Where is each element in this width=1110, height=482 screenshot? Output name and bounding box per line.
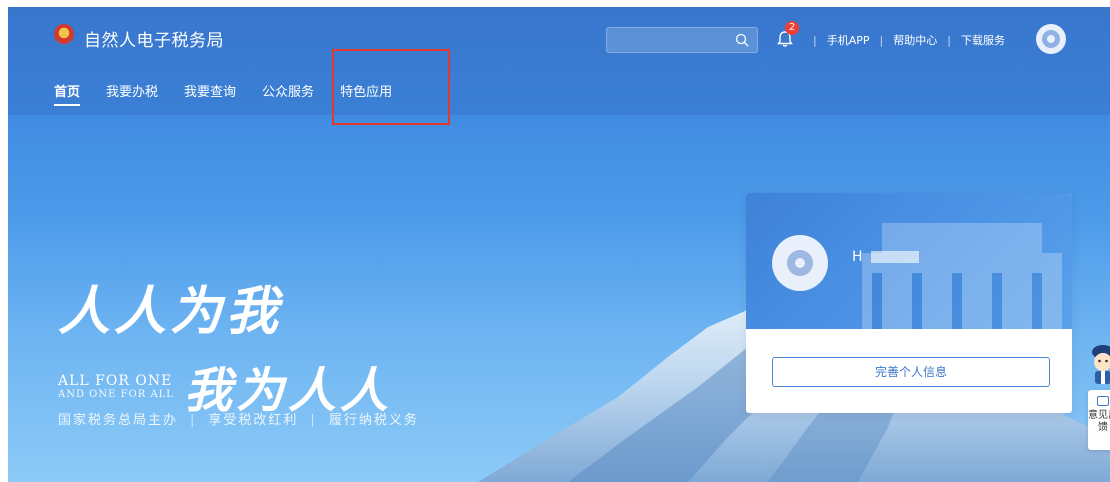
floating-widget: 意见反馈 bbox=[1088, 342, 1110, 458]
search-icon[interactable] bbox=[735, 33, 749, 47]
notification-badge: 2 bbox=[785, 21, 799, 35]
avatar-icon bbox=[787, 250, 813, 276]
chat-icon bbox=[1097, 396, 1109, 406]
site-brand[interactable]: 自然人电子税务局 bbox=[52, 24, 224, 52]
complete-profile-button[interactable]: 完善个人信息 bbox=[772, 357, 1050, 387]
link-download-service[interactable]: 下载服务 bbox=[961, 32, 1005, 48]
page-frame: 自然人电子税务局 首页 我要办税 我要查询 公众服务 特色应用 2 | 手机AP… bbox=[0, 0, 1110, 482]
avatar-icon bbox=[1042, 30, 1060, 48]
separator: | bbox=[310, 413, 317, 428]
slogan-line1: 人人为我 bbox=[58, 281, 283, 342]
separator: | bbox=[813, 33, 817, 47]
search-input[interactable] bbox=[607, 28, 727, 52]
user-avatar[interactable] bbox=[1036, 24, 1066, 54]
hero-slogan: 人人为我 ALL FOR ONE AND ONE FOR ALL 我为人人 bbox=[58, 269, 388, 419]
national-emblem-logo bbox=[52, 24, 76, 52]
user-name: H bbox=[852, 249, 919, 265]
separator: | bbox=[947, 33, 951, 47]
card-avatar bbox=[772, 235, 828, 291]
slogan-en-line1: ALL FOR ONE bbox=[58, 372, 173, 389]
tagline-item: 履行纳税义务 bbox=[328, 413, 419, 428]
user-name-text: H bbox=[852, 249, 863, 265]
user-info-card: H 完善个人信息 bbox=[746, 193, 1072, 413]
highlight-box bbox=[332, 49, 450, 125]
link-help-center[interactable]: 帮助中心 bbox=[893, 32, 937, 48]
slogan-en-line2: AND ONE FOR ALL bbox=[58, 388, 174, 400]
search-box[interactable] bbox=[606, 27, 758, 53]
feedback-label: 意见反馈 bbox=[1088, 410, 1110, 433]
nav-tax-handling[interactable]: 我要办税 bbox=[106, 81, 158, 106]
top-links: | 手机APP | 帮助中心 | 下载服务 bbox=[803, 32, 1005, 48]
feedback-button[interactable]: 意见反馈 bbox=[1088, 390, 1110, 450]
separator: | bbox=[879, 33, 884, 47]
nav-public-service[interactable]: 公众服务 bbox=[262, 81, 314, 106]
nav-home[interactable]: 首页 bbox=[54, 81, 81, 106]
nav-query[interactable]: 我要查询 bbox=[184, 81, 236, 106]
tagline-item: 国家税务总局主办 bbox=[58, 413, 179, 428]
separator: | bbox=[190, 413, 197, 428]
card-header: H bbox=[746, 193, 1072, 329]
hero-tagline: 国家税务总局主办 | 享受税改红利 | 履行纳税义务 bbox=[58, 409, 419, 428]
hero-banner: 自然人电子税务局 首页 我要办税 我要查询 公众服务 特色应用 2 | 手机AP… bbox=[8, 7, 1110, 482]
brand-name: 自然人电子税务局 bbox=[84, 30, 224, 51]
assistant-robot-icon[interactable] bbox=[1088, 342, 1110, 386]
link-mobile-app[interactable]: 手机APP bbox=[827, 32, 870, 48]
name-redaction bbox=[870, 251, 919, 263]
tagline-item: 享受税改红利 bbox=[208, 413, 299, 428]
